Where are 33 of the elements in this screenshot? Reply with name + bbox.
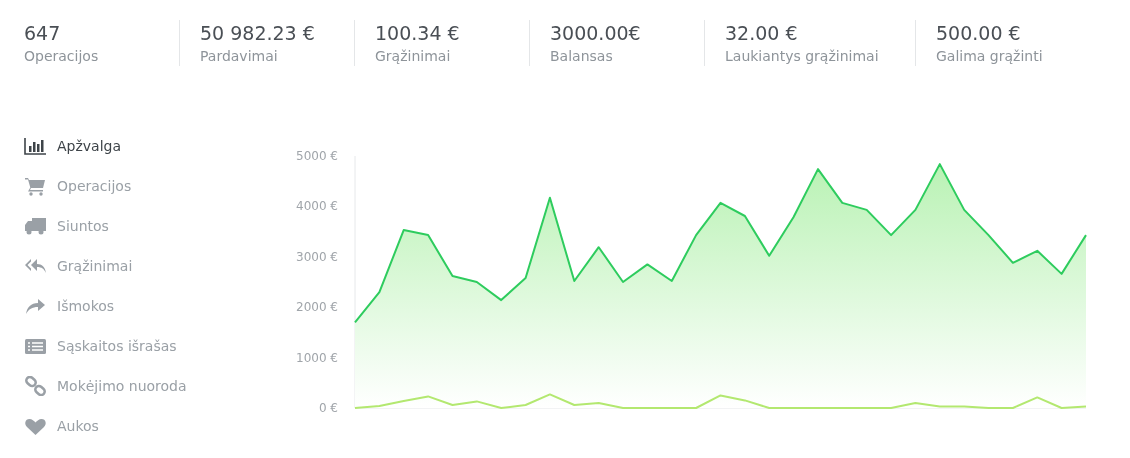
- sidebar-item[interactable]: Operacijos: [24, 166, 132, 206]
- sidebar-item[interactable]: Mokėjimo nuoroda: [24, 366, 187, 406]
- sidebar-item[interactable]: Sąskaitos išrašas: [24, 326, 177, 366]
- y-tick-label: 2000 €: [296, 300, 338, 315]
- stat-value: 647: [24, 21, 62, 46]
- y-tick-label: 5000 €: [296, 149, 338, 163]
- stat-label: Galima grąžinti: [936, 47, 1044, 66]
- sidebar-item[interactable]: Siuntos: [24, 206, 109, 246]
- link-icon: [24, 376, 47, 396]
- stat-label: Operacijos: [24, 47, 100, 66]
- stat-label: Balansas: [550, 47, 614, 66]
- stat-value: 500.00 €: [936, 21, 1022, 46]
- stat-value: 3000.00€: [550, 21, 642, 46]
- sidebar-item[interactable]: Aukos: [24, 406, 99, 446]
- y-tick-label: 4000 €: [296, 199, 338, 214]
- stat-label: Grąžinimai: [375, 47, 452, 66]
- stat-label: Laukiantys grąžinimai: [725, 47, 880, 66]
- stat-label: Pardavimai: [200, 47, 279, 66]
- sidebar-item[interactable]: Apžvalga: [24, 126, 122, 166]
- bar-chart-icon: [24, 136, 47, 156]
- sidebar-item[interactable]: Išmokos: [24, 286, 115, 326]
- stat-value: 32.00 €: [725, 21, 799, 46]
- sidebar-item[interactable]: Grąžinimai: [24, 246, 133, 286]
- share-arrow-icon: [24, 296, 47, 316]
- y-tick-label: 3000 €: [296, 249, 338, 264]
- y-tick-label: 0 €: [318, 401, 338, 415]
- y-tick-label: 1000 €: [296, 350, 338, 365]
- heart-icon: [24, 416, 47, 436]
- cart-icon: [24, 176, 47, 196]
- stat-value: 50 982.23 €: [200, 21, 316, 46]
- stat-value: 100.34 €: [375, 21, 461, 46]
- list-icon: [24, 336, 47, 356]
- truck-icon: [24, 216, 47, 236]
